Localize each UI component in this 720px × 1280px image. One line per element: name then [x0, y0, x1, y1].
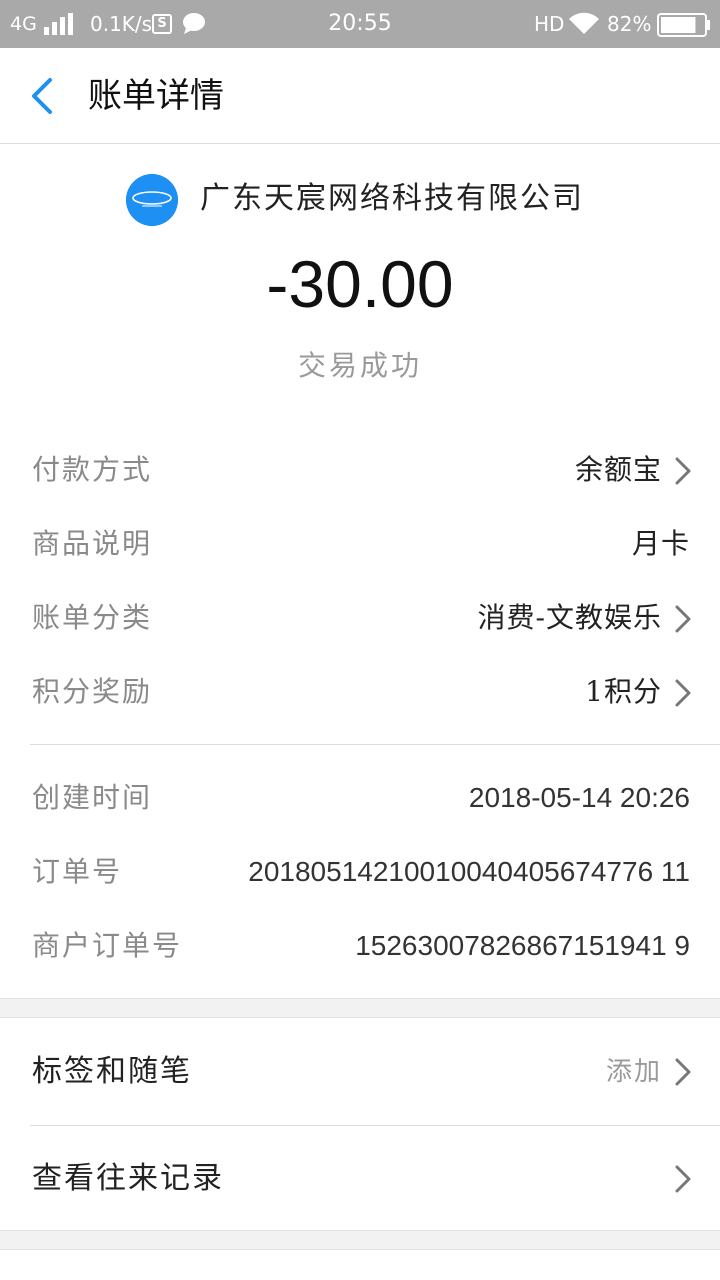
row-value: 1积分	[585, 675, 662, 708]
page-title: 账单详情	[88, 76, 224, 116]
row-value: 15263007826867151941 9	[355, 930, 690, 961]
section-divider	[30, 744, 720, 745]
chevron-right-icon	[675, 457, 691, 485]
created-time-row: 创建时间 2018-05-14 20:26	[0, 768, 720, 828]
order-number-row: 订单号 20180514210010040405674776 11	[0, 842, 720, 902]
row-label: 积分奖励	[32, 675, 153, 708]
back-arrow-icon[interactable]	[24, 74, 64, 118]
battery-percent: 82%	[607, 12, 652, 36]
merchant-order-number-row: 商户订单号 15263007826867151941 9	[0, 916, 720, 976]
battery-icon	[657, 13, 710, 37]
chevron-right-icon	[675, 679, 691, 707]
bill-category-row[interactable]: 账单分类 消费-文教娱乐	[0, 588, 720, 648]
row-value: 余额宝	[574, 453, 662, 486]
row-label: 商户订单号	[32, 929, 183, 962]
row-label: 付款方式	[32, 453, 153, 486]
transaction-amount: -30.00	[266, 247, 454, 321]
add-link[interactable]: 添加	[606, 1019, 662, 1125]
merchant-logo	[126, 174, 178, 226]
chevron-right-icon	[675, 1058, 691, 1086]
tags-notes-row[interactable]: 标签和随笔 添加	[0, 1019, 720, 1125]
merchant-name: 广东天宸网络科技有限公司	[200, 181, 584, 216]
row-label: 创建时间	[32, 781, 153, 814]
view-history-row[interactable]: 查看往来记录	[0, 1126, 720, 1232]
row-value: 2018-05-14 20:26	[468, 782, 690, 813]
status-bar: 4G 0.1K/s S 20:55 HD 82%	[0, 0, 720, 48]
merchant-info: 广东天宸网络科技有限公司	[0, 170, 720, 230]
chevron-right-icon	[675, 1165, 691, 1193]
app-header: 账单详情	[0, 48, 720, 144]
section-gap	[0, 1230, 720, 1250]
row-label: 订单号	[32, 855, 123, 888]
payment-method-row[interactable]: 付款方式 余额宝	[0, 440, 720, 500]
action-label: 查看往来记录	[32, 1161, 224, 1196]
hd-indicator: HD	[534, 12, 565, 36]
row-value: 消费-文教娱乐	[477, 601, 662, 634]
product-description-row: 商品说明 月卡	[0, 514, 720, 574]
action-label: 标签和随笔	[32, 1054, 192, 1089]
transaction-status: 交易成功	[297, 349, 422, 382]
chevron-right-icon	[675, 605, 691, 633]
row-value: 月卡	[631, 527, 690, 560]
row-label: 商品说明	[32, 527, 153, 560]
section-gap	[0, 998, 720, 1018]
row-value: 20180514210010040405674776 11	[248, 856, 690, 887]
wifi-icon	[569, 12, 599, 35]
points-reward-row[interactable]: 积分奖励 1积分	[0, 662, 720, 722]
row-label: 账单分类	[32, 601, 153, 634]
